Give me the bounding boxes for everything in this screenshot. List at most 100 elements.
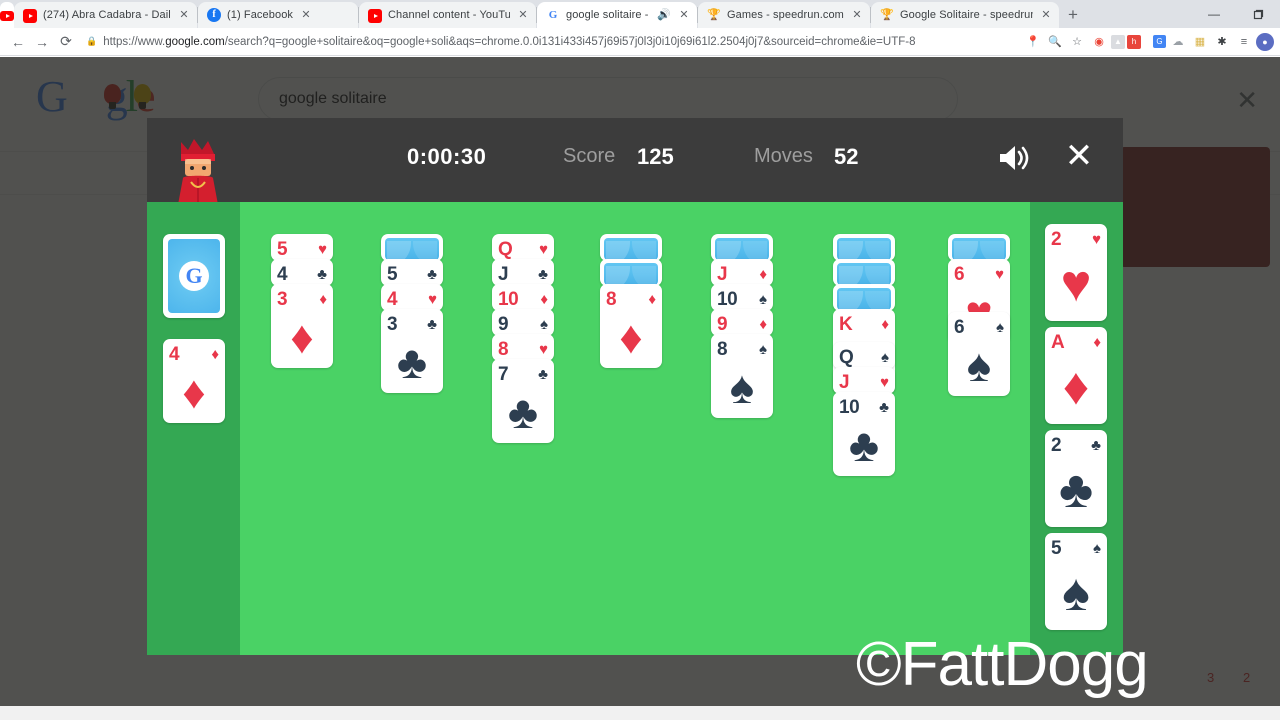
honey-icon[interactable]: h [1127, 34, 1141, 49]
dragged-card[interactable]: J ♥ [833, 367, 895, 394]
maximize-button[interactable] [1236, 0, 1280, 28]
card-rank: 5 [1051, 538, 1062, 559]
tab-close-icon[interactable]: ✕ [516, 8, 530, 22]
back-icon[interactable]: ← [6, 30, 30, 54]
playing-card[interactable]: 3 ♣ ♣ [381, 309, 443, 393]
card-suit-icon: ♦ [540, 291, 548, 308]
foundation-pile-card[interactable]: 2 ♣ ♣ [1045, 430, 1107, 527]
card-large-suit-icon: ♦ [290, 311, 314, 363]
playing-card[interactable]: 4 ♥ [381, 284, 443, 311]
dragged-card[interactable]: 6 ♠ ♠ [948, 312, 1010, 396]
foundation-pile-card[interactable]: A ♦ ♦ [1045, 327, 1107, 424]
zoom-icon[interactable]: 🔍 [1045, 32, 1065, 52]
browser-tab-1[interactable]: f (1) Facebook ✕ [198, 2, 358, 28]
playing-card[interactable]: J ♣ [492, 259, 554, 286]
playing-card[interactable]: 9 ♦ [711, 309, 773, 336]
card-large-suit-icon: ♣ [848, 419, 880, 471]
browser-tab-4[interactable]: 🏆 Games - speedrun.com ✕ [698, 2, 870, 28]
stock-pile[interactable]: G [163, 234, 225, 318]
card-suit-icon: ♥ [539, 341, 548, 358]
card-suit-icon: ♣ [427, 316, 437, 333]
playing-card[interactable]: 4 ♣ [271, 259, 333, 286]
card-suit-icon: ♦ [759, 266, 767, 283]
waste-pile-card[interactable]: 4 ♦ ♦ [163, 339, 225, 423]
face-down-card[interactable] [711, 234, 773, 261]
tab-close-icon[interactable]: ✕ [299, 8, 313, 22]
browser-tab-5[interactable]: 🏆 Google Solitaire - speedrun.com ✕ [871, 2, 1059, 28]
playing-card[interactable]: Q ♥ [492, 234, 554, 261]
forward-icon[interactable]: → [30, 30, 54, 54]
card-rank: J [498, 264, 509, 285]
face-down-card[interactable] [600, 234, 662, 261]
cloud-icon[interactable]: ☁ [1168, 32, 1188, 52]
playing-card[interactable]: 8 ♠ ♠ [711, 334, 773, 418]
grammarly-icon[interactable]: ▲ [1111, 34, 1125, 49]
tab-close-icon[interactable]: ✕ [177, 8, 191, 22]
foundation-pile-card[interactable]: 5 ♠ ♠ [1045, 533, 1107, 630]
playing-card[interactable]: 9 ♠ [492, 309, 554, 336]
playing-card[interactable]: 10 ♦ [492, 284, 554, 311]
chart-icon[interactable]: ▦ [1190, 32, 1210, 52]
tab-title: (1) Facebook [227, 9, 294, 21]
browser-tab-0[interactable]: (274) Abra Cadabra - Daily Dupp ✕ [14, 2, 197, 28]
puzzle-icon[interactable]: ✱ [1212, 32, 1232, 52]
minimize-button[interactable]: — [1192, 0, 1236, 28]
card-rank: Q [839, 347, 854, 368]
sound-on-icon[interactable] [992, 136, 1036, 180]
face-down-card[interactable] [833, 259, 895, 286]
tab-close-icon[interactable]: ✕ [850, 8, 864, 22]
tab-sliver[interactable] [0, 2, 14, 28]
card-rank: J [839, 372, 850, 393]
card-rank: 9 [717, 314, 728, 335]
playing-card[interactable]: 10 ♠ [711, 284, 773, 311]
playing-card[interactable]: 8 ♦ ♦ [600, 284, 662, 368]
card-rank: 10 [717, 289, 738, 310]
dragged-card[interactable]: 10 ♣ ♣ [833, 392, 895, 476]
dragged-card[interactable]: Q ♠ [833, 342, 895, 369]
playing-card[interactable]: 3 ♦ ♦ [271, 284, 333, 368]
playing-card[interactable]: J ♦ [711, 259, 773, 286]
tab-close-icon[interactable]: ✕ [1039, 8, 1053, 22]
opera-icon[interactable]: ◉ [1089, 32, 1109, 52]
card-large-suit-icon: ♥ [1060, 255, 1092, 313]
playing-card[interactable]: 7 ♣ ♣ [492, 359, 554, 443]
card-large-suit-icon: ♣ [396, 336, 428, 388]
browser-tab-3[interactable]: Ggoogle solitaire - Google Se 🔊 ✕ [537, 2, 697, 28]
card-suit-icon: ♠ [540, 316, 548, 333]
face-down-card[interactable] [381, 234, 443, 261]
card-suit-icon: ♣ [538, 366, 548, 383]
reading-list-icon[interactable]: ≡ [1234, 32, 1254, 52]
browser-tab-2[interactable]: Channel content - YouTube Stud ✕ [359, 2, 536, 28]
tab-close-icon[interactable]: ✕ [677, 8, 691, 22]
new-tab-button[interactable]: + [1059, 2, 1087, 28]
card-rank: 6 [954, 264, 965, 285]
location-icon[interactable]: 📍 [1023, 32, 1043, 52]
watermark: ©FattDogg [856, 630, 1149, 699]
moves-value: 52 [834, 144, 859, 169]
card-back-pattern [952, 238, 1006, 260]
trophy-icon: 🏆 [880, 9, 894, 21]
close-icon[interactable]: ✕ [1057, 134, 1101, 178]
bookmark-star-icon[interactable]: ☆ [1067, 32, 1087, 52]
youtube-icon [0, 11, 14, 21]
face-down-card[interactable] [948, 234, 1010, 261]
card-rank: J [717, 264, 728, 285]
reload-icon[interactable]: ⟳ [54, 30, 78, 54]
face-down-card[interactable] [833, 284, 895, 311]
card-rank: 8 [498, 339, 509, 360]
address-bar[interactable]: 🔒 https://www.google.com/search?q=google… [78, 32, 1023, 52]
card-rank: 8 [606, 289, 617, 310]
playing-card[interactable]: 5 ♣ [381, 259, 443, 286]
tab-mute-icon[interactable]: 🔊 [657, 8, 671, 22]
page-bottom-strip [0, 706, 1280, 720]
foundation-pile-card[interactable]: 2 ♥ ♥ [1045, 224, 1107, 321]
face-down-card[interactable] [833, 234, 895, 261]
translate-icon[interactable]: G [1153, 35, 1166, 48]
playing-card[interactable]: 5 ♥ [271, 234, 333, 261]
face-down-card[interactable] [600, 259, 662, 286]
playing-card[interactable]: 8 ♥ [492, 334, 554, 361]
card-large-suit-icon: ♠ [729, 361, 755, 413]
profile-avatar[interactable]: ● [1256, 32, 1274, 51]
card-back-pattern [837, 288, 891, 310]
extension-icons: 📍 🔍 ☆ ◉ ▲ h G ☁ ▦ ✱ ≡ ● [1023, 32, 1274, 52]
